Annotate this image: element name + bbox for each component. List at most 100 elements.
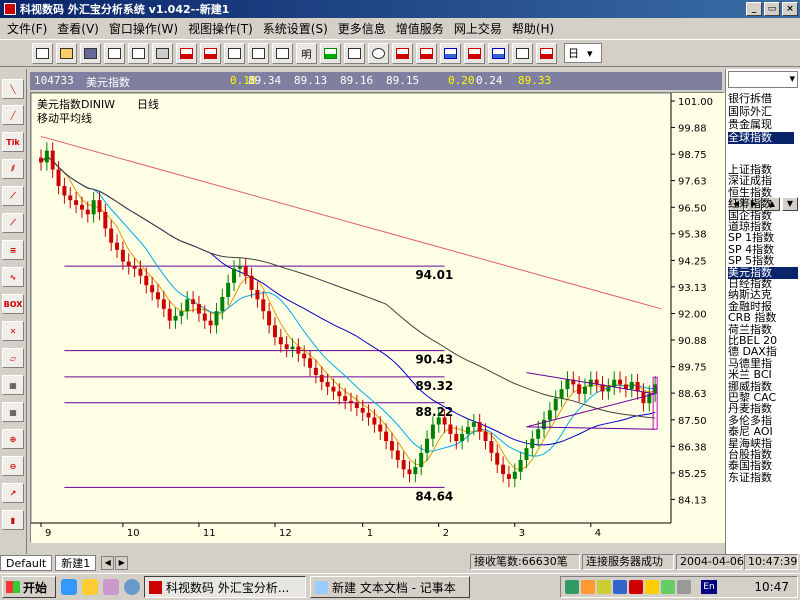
chart-b-icon[interactable]: ▦ (2, 402, 24, 422)
menu-more-info[interactable]: 更多信息 (333, 20, 391, 37)
period-dropdown[interactable]: 日 ▾ (564, 43, 602, 63)
copy-icon[interactable] (104, 42, 125, 64)
crosshair-icon[interactable] (440, 42, 461, 64)
tray-app-icon[interactable] (565, 580, 579, 594)
gann-tool-icon[interactable]: ⟋ (2, 213, 24, 233)
tik-icon[interactable]: Tik (2, 132, 24, 152)
category-0[interactable]: 银行拆借 (728, 93, 794, 105)
category-3[interactable]: 全球指数 (728, 132, 794, 144)
paste-icon[interactable] (128, 42, 149, 64)
open-folder-icon[interactable] (56, 42, 77, 64)
channel-tool-icon[interactable]: ⟋ (2, 186, 24, 206)
market-select[interactable] (728, 71, 798, 88)
menu-window[interactable]: 窗口操作(W) (104, 20, 183, 37)
menu-online-trade[interactable]: 网上交易 (449, 20, 507, 37)
print-icon[interactable] (152, 42, 173, 64)
tab-scroll-left-button[interactable]: ◀ (101, 556, 115, 570)
category-2[interactable]: 贵金属现 (728, 119, 794, 131)
candle-icon[interactable]: ▮ (2, 510, 24, 530)
tray-volume-icon[interactable] (661, 580, 675, 594)
table-icon[interactable] (248, 42, 269, 64)
save-icon[interactable] (80, 42, 101, 64)
instrument-item[interactable]: 巴黎 CAC (728, 392, 798, 404)
zoom-icon[interactable] (464, 42, 485, 64)
instrument-item[interactable]: 上证指数 (728, 164, 798, 176)
instrument-item[interactable]: 美元指数 (728, 266, 798, 279)
minus-icon[interactable]: ⊖ (2, 456, 24, 476)
instrument-item[interactable]: 比BEL 20 (728, 335, 798, 347)
menu-view[interactable]: 查看(V) (52, 20, 104, 37)
tab-default[interactable]: Default (0, 555, 53, 571)
menu-help[interactable]: 帮助(H) (507, 20, 559, 37)
media-icon[interactable] (124, 579, 140, 595)
period-icon[interactable] (512, 42, 533, 64)
close-button[interactable]: × (782, 2, 798, 16)
fan-tool-icon[interactable]: ╱ (2, 105, 24, 125)
explorer-icon[interactable] (82, 579, 98, 595)
instrument-item[interactable]: 荷兰指数 (728, 324, 798, 336)
chart-canvas[interactable]: 101.00 99.88 98.75 97.63 96.50 95.38 94.25 93.1… (31, 93, 725, 543)
instrument-item[interactable]: 马德里指 (728, 358, 798, 370)
tab-scroll-right-button[interactable]: ▶ (115, 556, 129, 570)
instrument-item[interactable]: 德 DAX指 (728, 346, 798, 358)
line-tool-icon[interactable]: ╲ (2, 79, 24, 99)
tray-pen-icon[interactable] (597, 580, 611, 594)
instrument-item[interactable]: 金融时报 (728, 301, 798, 313)
instrument-item[interactable]: 挪威指数 (728, 381, 798, 393)
menu-view-ops[interactable]: 视图操作(T) (183, 20, 258, 37)
task-forex-app[interactable]: 科视数码 外汇宝分析... (144, 576, 306, 598)
arrow-icon[interactable] (416, 42, 437, 64)
tab-new1[interactable]: 新建1 (55, 555, 97, 571)
draw-icon[interactable] (392, 42, 413, 64)
instrument-item[interactable]: 泰尼 AOI (728, 426, 798, 438)
menu-file[interactable]: 文件(F) (2, 20, 52, 37)
delete-icon[interactable]: ✕ (2, 321, 24, 341)
instrument-item[interactable]: 丹麦指数 (728, 403, 798, 415)
instrument-item[interactable]: SP 5指数 (728, 255, 798, 267)
trend-icon[interactable]: ↗ (2, 483, 24, 503)
fib-tool-icon[interactable]: ≡ (2, 240, 24, 260)
add-icon[interactable]: ⊕ (2, 429, 24, 449)
tray-misc-icon[interactable] (677, 580, 691, 594)
pointer-icon[interactable] (320, 42, 341, 64)
category-1[interactable]: 国际外汇 (728, 106, 794, 118)
instrument-item[interactable]: 红筹指数 (728, 198, 798, 210)
instrument-item[interactable]: 纳斯达克 (728, 289, 798, 301)
instrument-item[interactable]: CRB 指数 (728, 312, 798, 324)
language-indicator[interactable]: En (701, 580, 717, 594)
chart-icon[interactable] (176, 42, 197, 64)
maximize-button[interactable]: ▭ (764, 2, 780, 16)
layout-icon[interactable] (488, 42, 509, 64)
grid-icon[interactable] (344, 42, 365, 64)
instrument-item[interactable]: 星海峡指 (728, 438, 798, 450)
tray-security-icon[interactable] (613, 580, 627, 594)
plot-area[interactable] (31, 93, 672, 524)
taskbar-clock[interactable]: 10:47 (754, 580, 789, 594)
box-icon[interactable]: BOX (2, 294, 24, 314)
parallel-tool-icon[interactable]: ⫽ (2, 159, 24, 179)
star-icon[interactable] (536, 42, 557, 64)
eraser-icon[interactable]: ▱ (2, 348, 24, 368)
menu-settings[interactable]: 系统设置(S) (258, 20, 333, 37)
instrument-item[interactable]: 深证成指 (728, 175, 798, 187)
outlook-icon[interactable] (103, 579, 119, 595)
window-icon[interactable] (200, 42, 221, 64)
price-chart[interactable]: 101.00 99.88 98.75 97.63 96.50 95.38 94.25 93.1… (30, 92, 725, 543)
task-notepad[interactable]: 新建 文本文档 - 记事本 (310, 576, 470, 598)
instrument-item[interactable]: 恒生指数 (728, 187, 798, 199)
window2-icon[interactable] (272, 42, 293, 64)
minimize-button[interactable]: _ (746, 2, 762, 16)
clock-icon[interactable] (368, 42, 389, 64)
instrument-item[interactable]: 米兰 BCI (728, 369, 798, 381)
text-icon[interactable]: 明 (296, 42, 317, 64)
list-icon[interactable] (224, 42, 245, 64)
ie-icon[interactable] (61, 579, 77, 595)
instrument-item[interactable]: 泰国指数 (728, 460, 798, 472)
instrument-item[interactable]: SP 4指数 (728, 244, 798, 256)
menu-value-added[interactable]: 增值服务 (391, 20, 449, 37)
instrument-item[interactable]: 东证指数 (728, 472, 798, 484)
instrument-item[interactable]: 国企指数 (728, 210, 798, 222)
tray-ime-icon[interactable] (645, 580, 659, 594)
instrument-item[interactable]: 道琼指数 (728, 221, 798, 233)
instrument-item[interactable]: SP 1指数 (728, 232, 798, 244)
